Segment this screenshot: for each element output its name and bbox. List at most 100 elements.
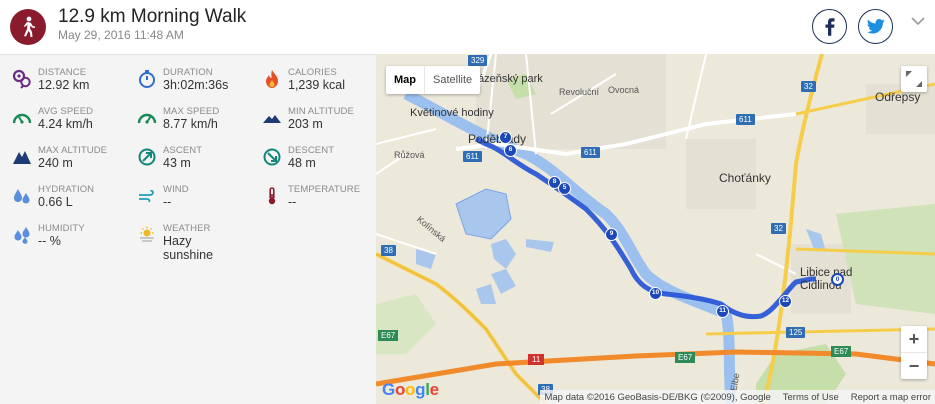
water-drops-icon xyxy=(14,189,30,204)
wind-icon xyxy=(139,189,154,203)
road-shield: 611 xyxy=(581,147,600,158)
road-shield: 611 xyxy=(463,151,482,162)
stat-max-speed: MAX SPEED 8.77 km/h xyxy=(137,106,255,142)
map-type-map-button[interactable]: Map xyxy=(386,66,425,94)
zoom-out-button[interactable]: − xyxy=(901,353,927,379)
stat-humidity: HUMIDITY -- % xyxy=(12,223,130,259)
fullscreen-button[interactable] xyxy=(901,66,927,92)
twitter-share-button[interactable] xyxy=(858,9,893,44)
walking-person-icon xyxy=(10,9,46,45)
zoom-control: + − xyxy=(901,326,927,379)
road-shield: 611 xyxy=(736,114,755,125)
map-data-credit: Map data ©2016 GeoBasis-DE/BKG (©2009), … xyxy=(544,391,771,403)
stat-wind: WIND -- xyxy=(137,184,255,220)
road-shield: 32 xyxy=(771,223,786,234)
stat-value: 12.92 km xyxy=(38,78,90,92)
thermometer-icon xyxy=(268,187,276,205)
stat-label: CALORIES xyxy=(288,67,337,78)
stat-value: Hazy sunshine xyxy=(163,234,214,262)
stat-value: 8.77 km/h xyxy=(163,117,218,131)
stat-calories: CALORIES 1,239 kcal xyxy=(262,67,380,103)
stat-value: 3h:02m:36s xyxy=(163,78,229,92)
stat-value: 48 m xyxy=(288,156,316,170)
stat-label: DESCENT xyxy=(288,145,335,156)
road-shield: E67 xyxy=(675,352,696,363)
terms-link[interactable]: Terms of Use xyxy=(783,392,839,403)
route-marker[interactable]: 5 xyxy=(558,182,571,195)
route-marker[interactable]: 12 xyxy=(779,295,792,308)
map-type-satellite-button[interactable]: Satellite xyxy=(425,66,480,94)
stat-value: 1,239 kcal xyxy=(288,78,345,92)
mountain-high-icon xyxy=(13,151,31,164)
facebook-share-button[interactable] xyxy=(812,9,847,44)
road-shield: 38 xyxy=(381,245,396,256)
ascent-icon xyxy=(138,148,156,166)
stat-avg-speed: AVG SPEED 4.24 km/h xyxy=(12,106,130,142)
humidity-drops-icon xyxy=(14,227,30,244)
fullscreen-icon xyxy=(906,71,922,87)
map-street-label: Ovocná xyxy=(608,85,640,95)
stat-weather: WEATHER Hazy sunshine xyxy=(137,223,255,271)
twitter-icon xyxy=(866,19,885,34)
route-marker[interactable]: 6 xyxy=(504,144,517,157)
stat-label: TEMPERATURE xyxy=(288,184,361,195)
stopwatch-icon xyxy=(139,70,155,88)
road-shield: 329 xyxy=(468,55,488,66)
stat-descent: DESCENT 48 m xyxy=(262,145,380,181)
stat-label: ASCENT xyxy=(163,145,203,156)
route-marker[interactable]: 11 xyxy=(716,305,729,318)
stat-label: WIND xyxy=(163,184,189,195)
stat-value: 0.66 L xyxy=(38,195,73,209)
route-marker[interactable]: 9 xyxy=(605,228,618,241)
flame-icon xyxy=(266,70,278,88)
stat-label: MIN ALTITUDE xyxy=(288,106,354,117)
stat-value: -- xyxy=(163,195,172,209)
map-place-label: Květinové hodiny xyxy=(410,107,494,119)
speedometer-max-icon xyxy=(137,113,157,124)
map-street-label: Revoluční xyxy=(559,87,600,97)
stat-label: MAX ALTITUDE xyxy=(38,145,108,156)
map-place-label: ázeňský park xyxy=(478,73,543,85)
stat-value: 43 m xyxy=(163,156,191,170)
distance-pin-icon xyxy=(12,69,31,89)
stat-label: WEATHER xyxy=(163,223,211,234)
stat-max-altitude: MAX ALTITUDE 240 m xyxy=(12,145,130,181)
route-marker[interactable]: 0 xyxy=(831,273,844,286)
activity-title: 12.9 km Morning Walk xyxy=(58,6,247,27)
stat-distance: DISTANCE 12.92 km xyxy=(12,67,130,103)
chevron-down-icon[interactable] xyxy=(911,16,925,26)
road-shield: E67 xyxy=(831,346,852,357)
map-town-label: Odřepsy xyxy=(875,90,921,104)
stat-label: DISTANCE xyxy=(38,67,87,78)
report-error-link[interactable]: Report a map error xyxy=(851,392,931,403)
road-shield: 125 xyxy=(786,327,806,338)
stat-duration: DURATION 3h:02m:36s xyxy=(137,67,255,103)
stat-value: 203 m xyxy=(288,117,323,131)
stat-label: HYDRATION xyxy=(38,184,95,195)
stats-panel: DISTANCE 12.92 km DURATION 3h:02m:36s CA… xyxy=(0,54,376,404)
stat-label: DURATION xyxy=(163,67,213,78)
road-shield: E67 xyxy=(378,330,399,341)
stat-min-altitude: MIN ALTITUDE 203 m xyxy=(262,106,380,142)
activity-date: May 29, 2016 11:48 AM xyxy=(58,28,184,42)
zoom-in-button[interactable]: + xyxy=(901,326,927,352)
stat-ascent: ASCENT 43 m xyxy=(137,145,255,181)
stat-label: HUMIDITY xyxy=(38,223,85,234)
stat-value: 240 m xyxy=(38,156,73,170)
stat-temperature: TEMPERATURE -- xyxy=(262,184,380,220)
route-marker[interactable]: 10 xyxy=(649,287,662,300)
route-map[interactable]: 329 611 611 611 32 32 38 38 125 E67 E67 … xyxy=(376,54,935,404)
stat-value: -- % xyxy=(38,234,61,248)
activity-header: 12.9 km Morning Walk May 29, 2016 11:48 … xyxy=(0,0,935,52)
stat-value: -- xyxy=(288,195,297,209)
route-marker[interactable]: 7 xyxy=(499,131,512,144)
stat-hydration: HYDRATION 0.66 L xyxy=(12,184,130,220)
google-logo[interactable]: Google xyxy=(382,380,439,400)
map-type-control: Map Satellite xyxy=(386,66,481,94)
map-street-label: Růžová xyxy=(394,150,425,160)
map-attribution: Map data ©2016 GeoBasis-DE/BKG (©2009), … xyxy=(540,390,935,404)
road-shield: 11 xyxy=(528,354,545,365)
mountain-low-icon xyxy=(263,115,281,123)
facebook-icon xyxy=(825,17,834,36)
stat-label: AVG SPEED xyxy=(38,106,94,117)
